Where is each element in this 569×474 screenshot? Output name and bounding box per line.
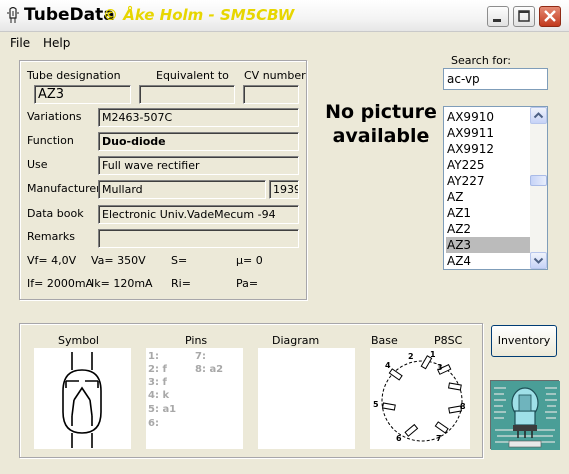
base-pin-number: 3 [437,363,443,372]
list-item[interactable]: AZ2 [446,221,530,237]
param-vf: Vf= 4,0V [27,254,77,267]
base-pin-number: 1 [430,350,436,359]
param-ri: Ri= [171,277,191,290]
list-item[interactable]: AZ4 [446,253,530,269]
pin-entry: 8: a2 [195,364,224,375]
databook-label: Data book [27,207,84,220]
tube-list[interactable]: AX9910 AX9911 AX9912 AY225 AY227 AZ AZ1 … [443,106,548,270]
symbol-box [34,348,131,449]
list-item[interactable]: AX9910 [446,109,530,125]
use-field[interactable]: Full wave rectifier [98,156,299,175]
pins-label: Pins [185,334,208,347]
designation-field[interactable]: AZ3 [34,85,131,104]
base-pin-number: 8 [460,402,466,411]
variations-label: Variations [27,110,82,123]
cv-header: CV number [244,69,306,82]
list-item[interactable]: AY227 [446,173,530,189]
no-picture-text: No picture available [325,101,437,147]
app-author: © Åke Holm - SM5CBW [103,6,295,24]
search-input[interactable]: ac-vp [443,68,548,90]
pin-entry: 1: [148,351,159,362]
scroll-down-icon [533,257,544,264]
base-pin-number: 5 [373,400,379,409]
cv-field[interactable] [243,85,299,104]
base-label: Base [371,334,398,347]
param-va: Va= 350V [91,254,146,267]
function-field[interactable]: Duo-diode [98,132,299,151]
minimize-button[interactable] [487,6,509,27]
search-label: Search for: [451,54,511,67]
list-item[interactable]: AX9912 [446,141,530,157]
tube-icon [7,7,19,23]
param-mu: µ= 0 [236,254,263,267]
tube-symbol [62,352,102,448]
pin-entry: 6: [148,418,159,429]
scroll-up-button[interactable] [530,107,547,124]
list-item[interactable]: AZ1 [446,205,530,221]
maximize-icon [518,10,530,22]
databook-field[interactable]: Electronic Univ.VadeMecum -94 [98,205,299,224]
pin-entry: 5: a1 [148,404,177,415]
close-button[interactable] [539,6,561,27]
scroll-up-icon [533,112,544,119]
manufacturer-field[interactable]: Mullard [98,180,266,199]
pin-entry: 7: [195,351,206,362]
param-s: S= [171,254,188,267]
pin-entry: 3: f [148,377,167,388]
remarks-field[interactable] [98,229,299,248]
list-item-selected[interactable]: AZ3 [446,237,530,253]
base-pin-number: 4 [385,361,391,370]
minimize-icon [493,19,501,22]
inventory-button[interactable]: Inventory [491,325,557,357]
use-label: Use [27,158,48,171]
list-item[interactable]: AZ [446,189,530,205]
base-pin-number: 7 [436,434,442,443]
scroll-thumb[interactable] [530,175,547,186]
title-bar[interactable]: TubeData © Åke Holm - SM5CBW [0,0,569,32]
remarks-label: Remarks [27,230,75,243]
base-pin-number: 6 [396,434,402,443]
menu-file[interactable]: File [10,36,30,50]
pin-entry: 4: k [148,390,170,401]
equivalent-header: Equivalent to [156,69,229,82]
menu-bar: File Help [0,33,569,53]
tube-logo [490,380,560,450]
list-scrollbar[interactable] [530,107,547,269]
diagram-box [258,348,355,449]
scroll-down-button[interactable] [530,252,547,269]
tube-logo-icon [491,381,560,450]
close-icon [544,10,556,22]
variations-field[interactable]: M2463-507C [98,108,299,127]
symbol-label: Symbol [58,334,99,347]
param-if: If= 2000mA [27,277,94,290]
function-label: Function [27,134,74,147]
base-type: P8SC [434,334,463,347]
year-field[interactable]: 1939 [269,180,299,199]
base-pin-number: 2 [408,352,414,361]
base-box: 1 2 3 4 5 6 7 8 [370,348,470,449]
app-title: TubeData [24,5,115,25]
pin-entry: 2: f [148,364,167,375]
equivalent-field[interactable] [139,85,235,104]
param-ik: Ik= 120mA [91,277,153,290]
manufacturer-label: Manufacturer [27,182,101,195]
pins-box: 1: 2: f 3: f 4: k 5: a1 6: 7: 8: a2 [146,348,243,449]
param-pa: Pa= [236,277,259,290]
app-window: TubeData © Åke Holm - SM5CBW File Help T… [0,0,569,474]
diagram-label: Diagram [272,334,320,347]
designation-header: Tube designation [27,69,121,82]
list-item[interactable]: AY225 [446,157,530,173]
menu-help[interactable]: Help [43,36,70,50]
list-item[interactable]: AX9911 [446,125,530,141]
maximize-button[interactable] [513,6,535,27]
